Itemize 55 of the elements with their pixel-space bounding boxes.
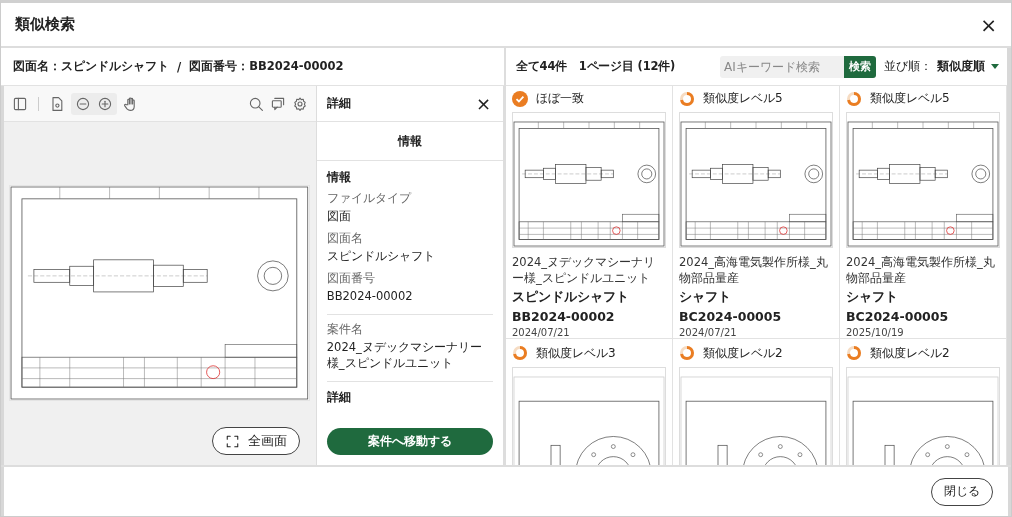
- caret-icon: [991, 64, 999, 69]
- field-label: ファイルタイプ: [326, 191, 413, 206]
- field-value: スピンドルシャフト: [326, 248, 436, 265]
- panel-title: 詳細: [326, 95, 351, 112]
- search-icon[interactable]: [247, 95, 264, 112]
- go-to-project-button[interactable]: 案件へ移動する: [326, 428, 493, 455]
- close-button[interactable]: ×: [475, 93, 491, 114]
- similarity-label: ほぼ一致: [536, 90, 584, 108]
- project-name: 2024_高海電気製作所様_丸物部品量産: [846, 253, 996, 286]
- drawing-name-label: 図面名：スピンドルシャフト: [13, 59, 169, 74]
- search-button[interactable]: 検索: [844, 55, 876, 78]
- similarity-label: 類似度レベル5: [703, 90, 783, 108]
- drawing-name: スピンドルシャフト: [512, 289, 630, 306]
- sidebar-icon[interactable]: [12, 95, 28, 112]
- close-dialog-button[interactable]: 閉じる: [931, 477, 993, 506]
- similarity-label: 類似度レベル2: [703, 344, 783, 362]
- similarity-label: 類似度レベル2: [870, 344, 950, 362]
- drawing-thumbnail[interactable]: [680, 120, 832, 247]
- drawing-number: BB2024-00002: [512, 309, 616, 324]
- field-label: 図面名: [326, 231, 364, 247]
- project-name: 2024_高海電気製作所様_丸物部品量産: [679, 253, 829, 286]
- project-name: 2024_ヌデックマシーナリー様_スピンドルユニット: [512, 253, 657, 286]
- field-value: 2024_ヌデックマシーナリー様_スピンドルユニット: [326, 339, 483, 372]
- section-heading: 詳細: [326, 389, 352, 407]
- field-value: BB2024-00002: [326, 288, 414, 305]
- zoom-out-icon[interactable]: [75, 95, 91, 112]
- fullscreen-button[interactable]: 全画面: [211, 427, 300, 455]
- fullscreen-icon: [224, 433, 240, 449]
- similarity-label: 類似度レベル5: [870, 90, 950, 108]
- keyword-search-field[interactable]: AIキーワード検索 検索: [720, 55, 876, 78]
- sort-dropdown[interactable]: 類似度順: [937, 58, 999, 75]
- drawing-name: シャフト: [846, 289, 899, 306]
- drawing-name: シャフト: [679, 289, 732, 306]
- field-value: 図面: [326, 208, 352, 225]
- drawing-thumbnail[interactable]: [513, 120, 665, 247]
- result-count: 全て44件 1ページ目 (12件): [516, 59, 677, 74]
- drawing-thumbnail[interactable]: [847, 120, 999, 247]
- drawing-date: 2025/10/19: [846, 327, 905, 338]
- field-label: 図面番号: [326, 271, 376, 287]
- file-icon[interactable]: [49, 95, 65, 112]
- drawing-date: 2024/07/21: [679, 327, 738, 338]
- drawing-number: BC2024-00005: [679, 309, 783, 324]
- section-heading: 情報: [326, 169, 352, 186]
- settings-icon[interactable]: [291, 95, 308, 112]
- comment-icon[interactable]: [269, 95, 286, 112]
- zoom-in-icon[interactable]: [97, 95, 113, 112]
- drawing-date: 2024/07/21: [512, 327, 571, 338]
- similarity-label: 類似度レベル3: [536, 344, 616, 362]
- dialog-title: 類似検索: [15, 15, 75, 34]
- drawing-number-label: 図面番号：BB2024-00002: [189, 59, 344, 74]
- separator: /: [177, 59, 182, 74]
- close-button[interactable]: ×: [980, 12, 997, 37]
- drawing-number: BC2024-00005: [846, 309, 950, 324]
- sort-label: 並び順：: [884, 58, 932, 75]
- field-label: 案件名: [326, 322, 364, 338]
